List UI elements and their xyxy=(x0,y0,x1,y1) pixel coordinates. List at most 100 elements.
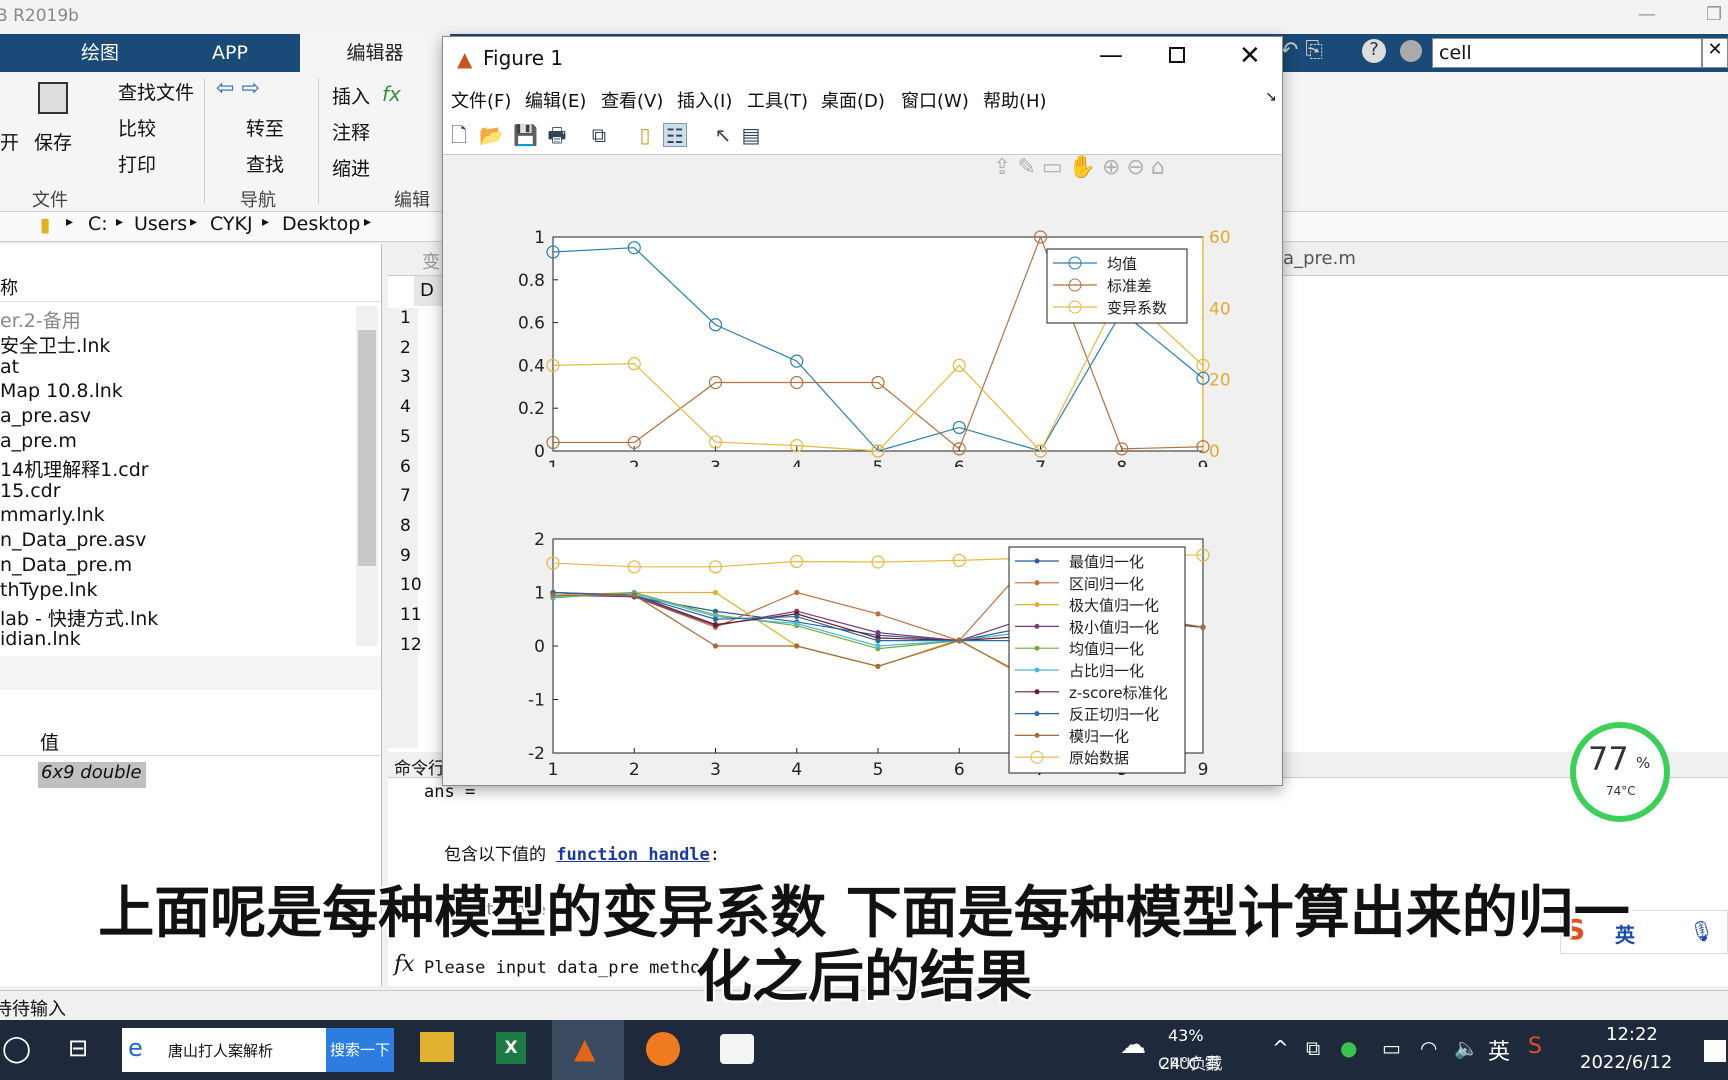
minimize-icon[interactable]: — xyxy=(1638,4,1656,25)
menu-insert[interactable]: 插入(I) xyxy=(677,87,732,113)
file-item[interactable]: thType.lnk xyxy=(0,579,98,601)
tab-apps[interactable]: APP xyxy=(190,34,270,72)
fx-icon[interactable]: fx xyxy=(382,82,401,106)
x-tick-label: 1 xyxy=(548,760,559,780)
back-arrow-icon[interactable]: ⇦ ⇨ xyxy=(216,76,260,101)
file-item[interactable]: er.2-备用 xyxy=(0,306,81,333)
function-handle-link[interactable]: function handle xyxy=(556,845,710,865)
file-item[interactable]: 14机理解释1.cdr xyxy=(0,455,149,482)
sogou-tray-icon[interactable]: S xyxy=(1528,1034,1542,1059)
file-item[interactable]: idian.lnk xyxy=(0,628,81,650)
pane-divider[interactable] xyxy=(0,656,382,690)
figure-titlebar[interactable]: ▲ Figure 1 — ✕ xyxy=(443,37,1282,81)
path-segment[interactable]: Desktop xyxy=(282,213,360,235)
y2-tick-label: 40 xyxy=(1209,299,1231,319)
menu-tools[interactable]: 工具(T) xyxy=(747,87,808,113)
taskbar: ◯ ⊟ e 唐山打人案解析 搜索一下 X ▲ ☁ 43% 24°C 雾 CPU负… xyxy=(0,1020,1728,1080)
maximize-icon[interactable] xyxy=(1169,47,1185,63)
indent-button[interactable]: 缩进 xyxy=(332,154,370,181)
file-item[interactable]: a_pre.m xyxy=(0,430,77,452)
photos-icon[interactable] xyxy=(720,1034,754,1064)
menu-window[interactable]: 窗口(W) xyxy=(901,87,969,113)
open-button[interactable]: 开 xyxy=(0,128,19,155)
scrollbar[interactable] xyxy=(356,306,378,646)
find-button[interactable]: 查找 xyxy=(246,150,284,177)
goto-button[interactable]: 转至 xyxy=(246,114,284,141)
tab-plots[interactable]: 绘图 xyxy=(60,34,140,72)
path-segment[interactable]: C: xyxy=(88,213,108,235)
file-item[interactable]: Map 10.8.lnk xyxy=(0,380,123,402)
search-input[interactable]: cell xyxy=(1432,38,1702,68)
menu-file[interactable]: 文件(F) xyxy=(451,87,511,113)
pointer-icon[interactable]: ↖ xyxy=(711,123,735,147)
insert-button[interactable]: 插入 xyxy=(332,82,370,109)
legend-marker xyxy=(1034,689,1040,695)
save-icon xyxy=(38,82,68,114)
legend-label: 占比归一化 xyxy=(1069,662,1144,680)
matlab-taskbar-item[interactable]: ▲ xyxy=(552,1020,624,1080)
taskbar-search[interactable]: e 唐山打人案解析 xyxy=(122,1028,326,1072)
battery-icon[interactable]: ▭ xyxy=(1382,1036,1401,1060)
file-explorer-icon[interactable] xyxy=(420,1032,454,1062)
x-tick-label: 6 xyxy=(954,760,965,780)
help-icon[interactable]: ? xyxy=(1362,39,1386,63)
name-column-header[interactable]: 称 xyxy=(0,278,18,299)
figure-window[interactable]: ▲ Figure 1 — ✕ 文件(F) 编辑(E) 查看(V) 插入(I) 工… xyxy=(442,36,1283,786)
file-item[interactable]: at xyxy=(0,356,19,378)
file-item[interactable]: a_pre.asv xyxy=(0,405,91,427)
clear-search-icon[interactable]: ✕ xyxy=(1702,38,1728,68)
matlab-icon: ▲ xyxy=(574,1032,596,1065)
task-view-icon[interactable]: ⊟ xyxy=(68,1034,88,1062)
path-segment[interactable]: Users xyxy=(134,213,187,235)
legend-icon[interactable]: ☷ xyxy=(663,123,687,148)
dock-icon[interactable]: ↘ xyxy=(1265,89,1277,105)
menu-view[interactable]: 查看(V) xyxy=(601,87,663,113)
file-header[interactable]: 称 xyxy=(0,274,380,302)
wifi-icon[interactable]: ◠ xyxy=(1420,1036,1437,1060)
save-figure-icon[interactable]: 💾 xyxy=(513,123,538,147)
function-handle-text: 包含以下值的 xyxy=(444,845,546,865)
x-tick-label: 3 xyxy=(710,760,721,780)
file-item[interactable]: n_Data_pre.asv xyxy=(0,529,146,551)
minimize-icon[interactable]: — xyxy=(1099,41,1123,69)
open-file-icon[interactable]: 📂 xyxy=(479,123,504,147)
print-figure-icon[interactable]: 🖶 xyxy=(545,123,569,147)
save-button[interactable]: 保存 xyxy=(34,128,72,155)
excel-icon[interactable]: X xyxy=(496,1032,526,1064)
value-column-header[interactable]: 值 xyxy=(40,728,59,755)
path-segment[interactable]: CYKJ xyxy=(210,213,253,235)
restore-icon[interactable]: ❐ xyxy=(1706,4,1722,25)
close-icon[interactable]: ✕ xyxy=(1239,41,1261,71)
weather-icon[interactable]: ☁ xyxy=(1120,1030,1146,1060)
colorbar-icon[interactable]: ▯ xyxy=(633,123,657,147)
file-item[interactable]: lab - 快捷方式.lnk xyxy=(0,604,158,631)
menu-desktop[interactable]: 桌面(D) xyxy=(821,87,885,113)
input-lang[interactable]: 英 xyxy=(1488,1034,1510,1066)
volume-icon[interactable]: 🔈 xyxy=(1454,1036,1479,1060)
scrollbar-thumb[interactable] xyxy=(358,330,376,566)
menu-help[interactable]: 帮助(H) xyxy=(983,87,1047,113)
dropdown-icon[interactable] xyxy=(1400,40,1422,62)
firefox-icon[interactable] xyxy=(646,1032,680,1066)
new-figure-icon[interactable]: 🗋 xyxy=(447,123,471,147)
workspace-value[interactable]: 6x9 double xyxy=(38,762,146,788)
taskbar-search-button[interactable]: 搜索一下 xyxy=(326,1028,394,1072)
tab-editor[interactable]: 编辑器 xyxy=(300,34,450,72)
tray-green-icon[interactable]: ● xyxy=(1340,1036,1357,1060)
cortana-icon[interactable]: ◯ xyxy=(2,1034,31,1064)
file-item[interactable]: n_Data_pre.m xyxy=(0,554,132,576)
print-button[interactable]: 打印 xyxy=(118,150,156,177)
notification-icon[interactable] xyxy=(1704,1040,1726,1062)
comment-button[interactable]: 注释 xyxy=(332,118,370,145)
file-item[interactable]: 安全卫士.lnk xyxy=(0,331,110,358)
legend-label: 反正切归一化 xyxy=(1069,706,1159,724)
link-plot-icon[interactable]: ⧉ xyxy=(587,123,611,147)
compare-button[interactable]: 比较 xyxy=(118,114,156,141)
file-item[interactable]: 15.cdr xyxy=(0,480,61,502)
find-files-button[interactable]: 查找文件 xyxy=(118,78,194,105)
tray-app-icon[interactable]: ⧉ xyxy=(1306,1036,1320,1060)
menu-edit[interactable]: 编辑(E) xyxy=(525,87,586,113)
tray-chevron-icon[interactable]: ^ xyxy=(1272,1036,1289,1060)
property-editor-icon[interactable]: ▤ xyxy=(739,123,763,147)
file-item[interactable]: mmarly.lnk xyxy=(0,504,105,526)
